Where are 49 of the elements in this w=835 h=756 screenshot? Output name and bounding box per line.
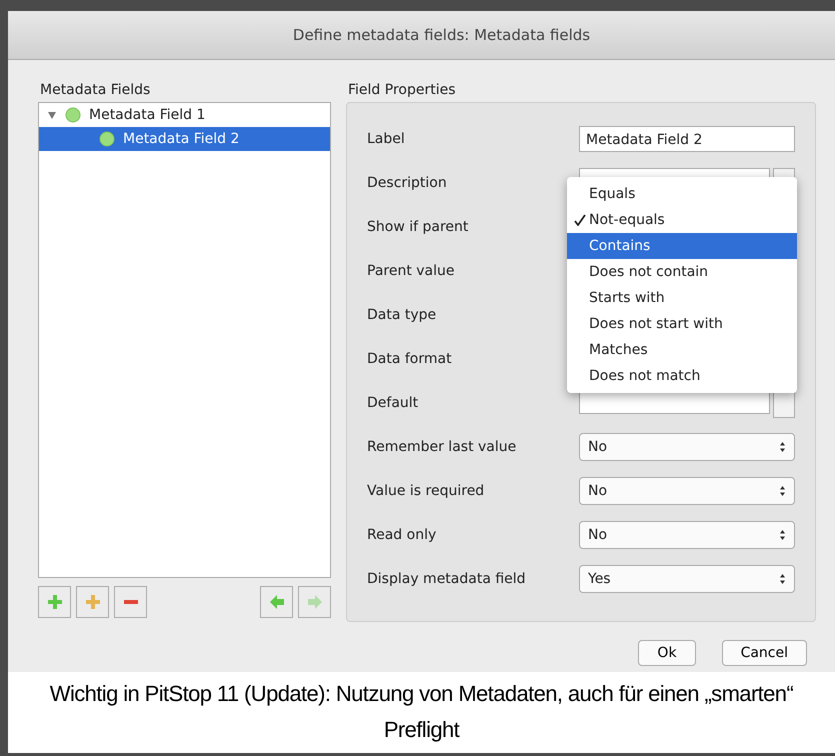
tree-item-label: Metadata Field 2 (123, 131, 240, 147)
menu-item[interactable]: Starts with (567, 285, 797, 311)
circle-icon (99, 131, 115, 147)
field-label: Show if parent (367, 219, 470, 235)
field-label: Default (367, 395, 420, 411)
menu-item[interactable]: Not-equals (567, 207, 797, 233)
panel-heading: Field Properties (348, 81, 457, 100)
field-label: Remember last value (367, 439, 518, 455)
menu-item[interactable]: Does not start with (567, 311, 797, 337)
menu-item[interactable]: Matches (567, 337, 797, 363)
field-label: Label (367, 131, 406, 147)
plus-button[interactable] (76, 586, 109, 618)
up-down-arrows-icon (779, 573, 786, 585)
window-title: Define metadata fields: Metadata fields (292, 26, 590, 44)
dropdown[interactable]: Yes (579, 565, 795, 593)
field-label: Parent value (367, 263, 456, 279)
menu-item[interactable]: Does not match (567, 363, 797, 389)
field-label: Data type (367, 307, 438, 323)
right-arrow-icon (306, 594, 322, 610)
caption-text: Wichtig in PitStop 11 (Update): Nutzung von Metadaten, auch für einen „smarten“ Preflight (8, 672, 835, 756)
minus-button[interactable] (114, 586, 147, 618)
circle-icon (65, 107, 81, 123)
dropdown[interactable]: No (579, 477, 795, 505)
menu-item[interactable]: Does not contain (567, 259, 797, 285)
plus-icon (84, 594, 100, 610)
tree-item[interactable]: Metadata Field 2 (39, 127, 330, 151)
dropdown[interactable]: No (579, 433, 795, 461)
dialog-button[interactable]: Cancel (722, 640, 807, 666)
field-label: Read only (367, 527, 438, 543)
up-down-arrows-icon (779, 485, 786, 497)
dropdown[interactable]: No (579, 521, 795, 549)
field-label: Value is required (367, 483, 486, 499)
panel-heading: Metadata Fields (40, 81, 152, 100)
field-label: Display metadata field (367, 571, 527, 587)
menu-item[interactable]: Contains (567, 233, 797, 259)
field-label: Description (367, 175, 448, 191)
field-label: Data format (367, 351, 453, 367)
tree-item-label: Metadata Field 1 (89, 107, 206, 123)
plus-icon (46, 594, 62, 610)
left-arrow-icon (268, 594, 284, 610)
tree-item[interactable]: Metadata Field 1 (39, 103, 330, 127)
plus-button[interactable] (38, 586, 71, 618)
up-down-arrows-icon (779, 529, 786, 541)
menu-item[interactable]: Equals (567, 181, 797, 207)
up-down-arrows-icon (779, 441, 786, 453)
text-field[interactable]: Metadata Field 2 (579, 126, 795, 152)
left-arrow-button[interactable] (260, 586, 293, 618)
disclosure-triangle-icon[interactable] (47, 110, 57, 120)
dialog-button[interactable]: Ok (638, 640, 696, 666)
